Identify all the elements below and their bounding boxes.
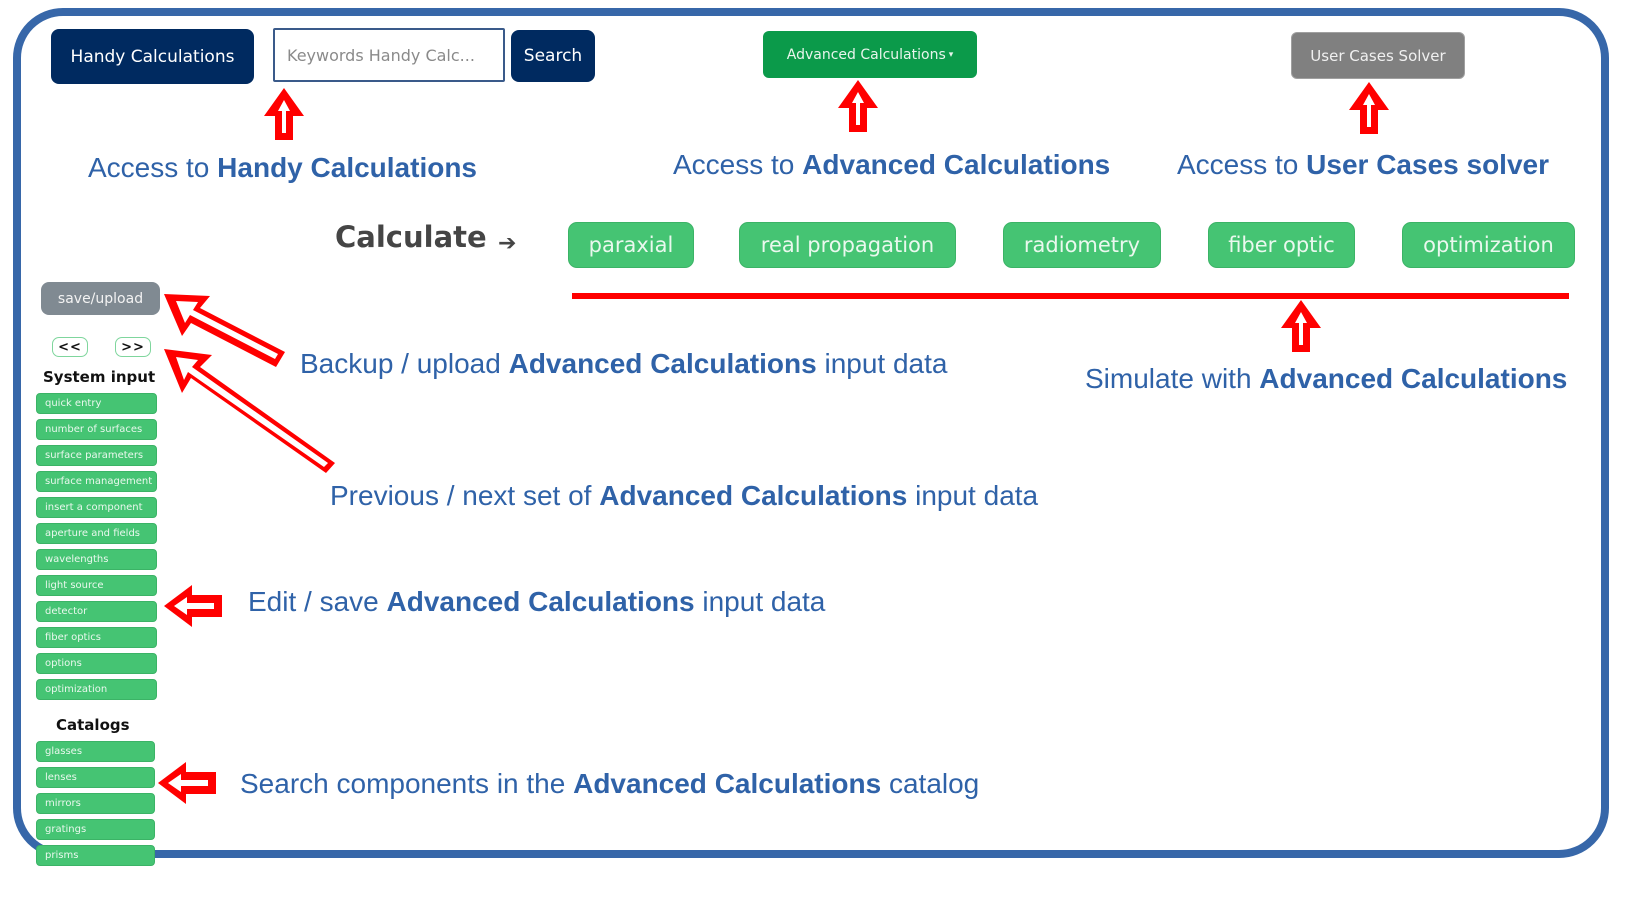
calculate-optimization-button[interactable]: optimization <box>1402 222 1575 268</box>
annotation-backup: Backup / upload Advanced Calculations in… <box>300 348 948 379</box>
calculate-real-propagation-button[interactable]: real propagation <box>739 222 956 268</box>
system-input-item-surface-parameters[interactable]: surface parameters <box>36 445 157 466</box>
calculate-radiometry-button[interactable]: radiometry <box>1003 222 1161 268</box>
next-button[interactable]: >> <box>115 337 151 357</box>
system-input-item-optimization[interactable]: optimization <box>36 679 157 700</box>
previous-button[interactable]: << <box>52 337 88 357</box>
up-arrow-icon <box>1349 82 1389 134</box>
system-input-title: System input <box>43 368 156 386</box>
caret-down-icon: ▾ <box>948 49 954 60</box>
system-input-item-options[interactable]: options <box>36 653 157 674</box>
up-arrow-icon <box>838 80 878 132</box>
catalog-item-glasses[interactable]: glasses <box>36 741 155 762</box>
annotation-edit-save: Edit / save Advanced Calculations input … <box>248 586 826 617</box>
catalog-item-mirrors[interactable]: mirrors <box>36 793 155 814</box>
system-input-item-wavelengths[interactable]: wavelengths <box>36 549 157 570</box>
advanced-calculations-dropdown[interactable]: Advanced Calculations ▾ <box>763 31 977 78</box>
system-input-item-surface-management[interactable]: surface management <box>36 471 157 492</box>
annotation-advanced: Access to Advanced Calculations <box>673 149 1111 180</box>
annotation-search-catalog: Search components in the Advanced Calcul… <box>240 768 980 799</box>
search-input[interactable] <box>273 28 505 82</box>
catalog-item-lenses[interactable]: lenses <box>36 767 155 788</box>
advanced-calculations-label: Advanced Calculations <box>786 46 946 63</box>
calculate-paraxial-button[interactable]: paraxial <box>568 222 694 268</box>
annotation-handy: Access to Handy Calculations <box>88 152 478 183</box>
annotation-user-cases: Access to User Cases solver <box>1177 149 1549 180</box>
handy-calculations-button[interactable]: Handy Calculations <box>51 29 254 84</box>
catalogs-title: Catalogs <box>56 716 130 734</box>
save-upload-button[interactable]: save/upload <box>41 282 160 315</box>
up-arrow-icon <box>1281 300 1321 352</box>
system-input-item-fiber-optics[interactable]: fiber optics <box>36 627 157 648</box>
system-input-item-aperture-and-fields[interactable]: aperture and fields <box>36 523 157 544</box>
annotation-prev-next: Previous / next set of Advanced Calculat… <box>330 480 1039 511</box>
annotation-simulate: Simulate with Advanced Calculations <box>1085 363 1568 394</box>
user-cases-solver-button[interactable]: User Cases Solver <box>1291 32 1465 79</box>
calculate-fiber-optic-button[interactable]: fiber optic <box>1208 222 1355 268</box>
system-input-item-number-of-surfaces[interactable]: number of surfaces <box>36 419 157 440</box>
system-input-item-detector[interactable]: detector <box>36 601 157 622</box>
system-input-item-quick-entry[interactable]: quick entry <box>36 393 157 414</box>
up-arrow-icon <box>264 88 304 140</box>
catalog-item-gratings[interactable]: gratings <box>36 819 155 840</box>
calculate-underline <box>572 293 1569 299</box>
search-button[interactable]: Search <box>511 30 595 82</box>
calculate-label: Calculate <box>335 220 487 254</box>
system-input-item-insert-a-component[interactable]: insert a component <box>36 497 157 518</box>
right-arrow-icon: ➔ <box>498 231 517 256</box>
left-arrow-icon <box>164 585 222 627</box>
left-arrow-icon <box>158 762 216 804</box>
catalog-item-prisms[interactable]: prisms <box>36 845 155 866</box>
system-input-item-light-source[interactable]: light source <box>36 575 157 596</box>
